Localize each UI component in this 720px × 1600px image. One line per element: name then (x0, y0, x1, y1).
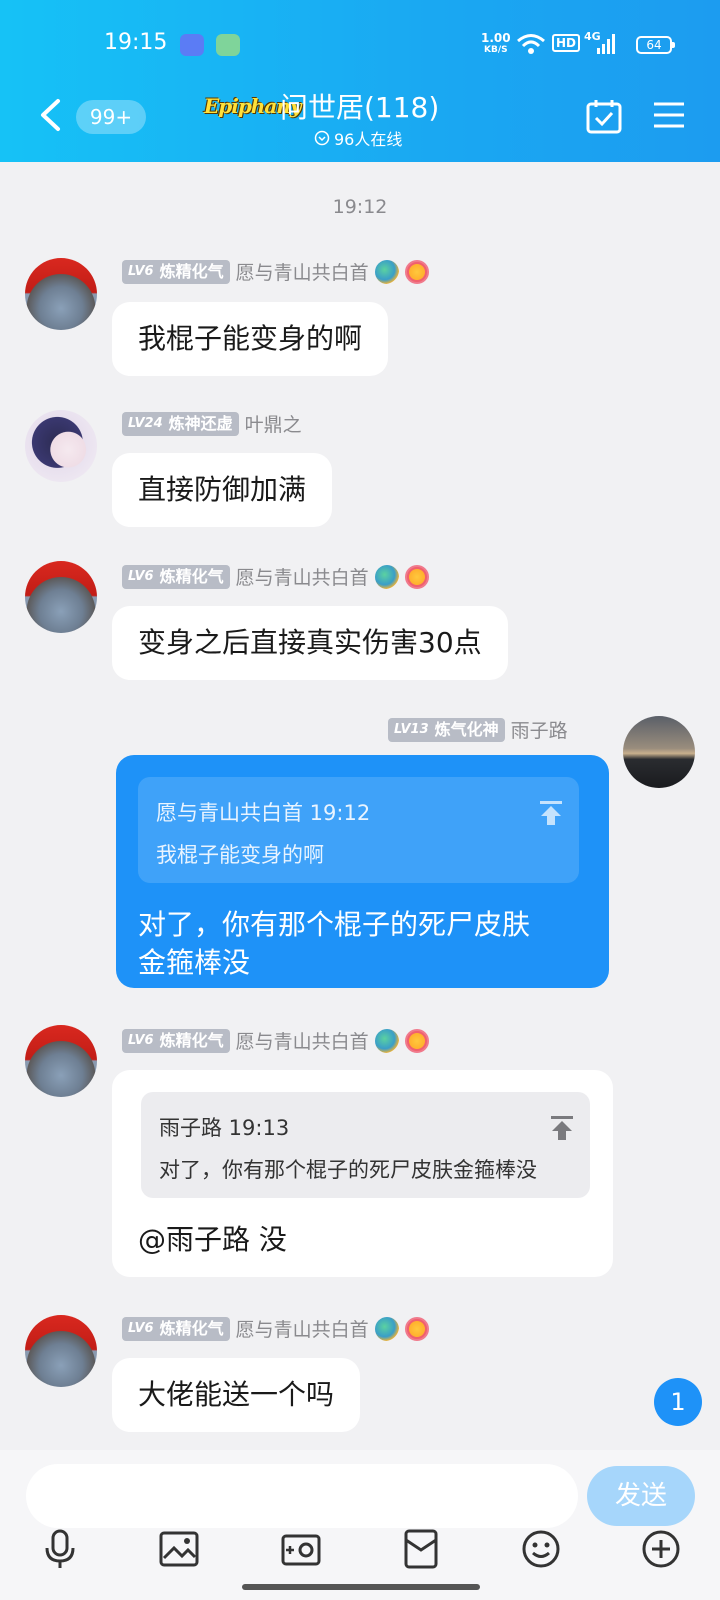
level-tag: LV6 炼精化气 (122, 564, 230, 589)
message-input[interactable] (26, 1464, 578, 1528)
quote-author: 雨子路 19:13 (159, 1116, 290, 1140)
message-bubble[interactable]: 愿与青山共白首 19:12 我棍子能变身的啊 对了，你有那个棍子的死尸皮肤 金箍… (116, 755, 609, 988)
jump-to-message-icon[interactable] (549, 1114, 575, 1142)
message-text-line: 对了，你有那个棍子的死尸皮肤 (138, 908, 531, 941)
online-count: 96人在线 (334, 130, 403, 149)
message-bubble[interactable]: 大佬能送一个吗 (112, 1358, 361, 1432)
rank-title: 炼精化气 (159, 261, 224, 281)
plus-icon[interactable] (640, 1528, 682, 1570)
sender-meta: LV6 炼精化气 愿与青山共白首 (122, 563, 429, 590)
unread-count-badge[interactable]: 99+ (76, 100, 146, 134)
jump-to-message-icon[interactable] (538, 799, 564, 827)
calendar-check-icon[interactable] (586, 98, 622, 134)
sender-name[interactable]: 愿与青山共白首 (236, 563, 369, 590)
wifi-icon (517, 34, 545, 54)
send-button[interactable]: 发送 (587, 1466, 695, 1526)
nav-bar: 99+ Epiphany 问世居(118) 96人在线 (0, 80, 720, 160)
app-header: 19:15 1.00 KB/S HD 4G 64 99+ Epiphany 问世… (0, 0, 720, 162)
quote-author: 愿与青山共白首 19:12 (156, 801, 371, 825)
level-badge: LV6 (128, 1032, 154, 1048)
quote-text: 对了，你有那个棍子的死尸皮肤金箍棒没 (159, 1158, 537, 1182)
message-text: @雨子路 没 (138, 1223, 287, 1256)
hd-icon: HD (552, 34, 581, 52)
quoted-message[interactable]: 愿与青山共白首 19:12 我棍子能变身的啊 (138, 777, 579, 883)
sender-name[interactable]: 雨子路 (511, 716, 568, 743)
sender-meta: LV6 炼精化气 愿与青山共白首 (122, 1315, 429, 1342)
quote-text: 我棍子能变身的啊 (156, 843, 324, 867)
camera-icon[interactable] (280, 1528, 322, 1570)
message-text-line: 金箍棒没 (138, 946, 251, 979)
level-tag: LV6 炼精化气 (122, 1316, 230, 1341)
rank-title: 炼精化气 (159, 566, 224, 586)
avatar[interactable] (25, 410, 97, 482)
status-time: 19:15 (104, 30, 168, 55)
smile-icon (404, 259, 429, 284)
level-tag: LV13 炼气化神 (388, 717, 505, 742)
dragon-icon (374, 564, 399, 589)
home-indicator[interactable] (242, 1584, 480, 1590)
sender-name[interactable]: 叶鼎之 (245, 410, 302, 437)
smile-icon (404, 564, 429, 589)
group-title[interactable]: 问世居(118) (280, 86, 439, 126)
avatar[interactable] (623, 716, 695, 788)
level-badge: LV13 (394, 721, 429, 737)
message-bubble[interactable]: 雨子路 19:13 对了，你有那个棍子的死尸皮肤金箍棒没 @雨子路 没 (112, 1070, 613, 1277)
sender-meta: LV6 炼精化气 愿与青山共白首 (122, 258, 429, 285)
level-badge: LV6 (128, 263, 154, 279)
level-tag: LV24 炼神还虚 (122, 411, 239, 436)
chat-timestamp: 19:12 (332, 196, 388, 218)
sender-meta: LV13 炼气化神 雨子路 (388, 716, 568, 743)
message-bubble[interactable]: 变身之后直接真实伤害30点 (112, 606, 508, 680)
rank-title: 炼神还虚 (168, 413, 233, 433)
net-speed: 1.00 KB/S (481, 32, 511, 56)
level-badge: LV6 (128, 568, 154, 584)
emoji-icon[interactable] (520, 1528, 562, 1570)
new-message-badge[interactable]: 1 (654, 1378, 702, 1426)
notification-app-icon (180, 34, 204, 56)
sender-name[interactable]: 愿与青山共白首 (236, 258, 369, 285)
microphone-icon[interactable] (39, 1528, 81, 1570)
image-icon[interactable] (158, 1528, 200, 1570)
avatar[interactable] (25, 1025, 97, 1097)
message-bubble[interactable]: 直接防御加满 (112, 453, 333, 527)
input-area: 发送 (0, 1450, 720, 1600)
message-bubble[interactable]: 我棍子能变身的啊 (112, 302, 389, 376)
sender-name[interactable]: 愿与青山共白首 (236, 1027, 369, 1054)
rank-title: 炼气化神 (434, 719, 499, 739)
level-badge: LV6 (128, 1320, 154, 1336)
notification-app-icon (216, 34, 240, 56)
avatar[interactable] (25, 561, 97, 633)
quoted-message[interactable]: 雨子路 19:13 对了，你有那个棍子的死尸皮肤金箍棒没 (141, 1092, 590, 1198)
avatar[interactable] (25, 1315, 97, 1387)
battery-icon: 64 (636, 36, 675, 54)
level-tag: LV6 炼精化气 (122, 259, 230, 284)
online-status[interactable]: 96人在线 (314, 126, 402, 150)
rank-title: 炼精化气 (159, 1030, 224, 1050)
level-badge: LV24 (128, 415, 163, 431)
dragon-icon (374, 1028, 399, 1053)
smile-icon (404, 1316, 429, 1341)
rank-title: 炼精化气 (159, 1318, 224, 1338)
dragon-icon (374, 1316, 399, 1341)
menu-icon[interactable] (652, 100, 686, 130)
chevron-down-circle-icon (314, 130, 330, 146)
sender-meta: LV24 炼神还虚 叶鼎之 (122, 410, 302, 437)
smile-icon (404, 1028, 429, 1053)
status-bar: 19:15 1.00 KB/S HD 4G 64 (0, 28, 720, 62)
sender-meta: LV6 炼精化气 愿与青山共白首 (122, 1027, 429, 1054)
net-speed-value: 1.00 (481, 31, 511, 45)
dragon-icon (374, 259, 399, 284)
signal-icon (597, 34, 615, 54)
back-icon[interactable] (38, 98, 62, 132)
red-packet-icon[interactable] (400, 1528, 442, 1570)
sender-name[interactable]: 愿与青山共白首 (236, 1315, 369, 1342)
level-tag: LV6 炼精化气 (122, 1028, 230, 1053)
avatar[interactable] (25, 258, 97, 330)
net-speed-unit: KB/S (484, 45, 508, 55)
